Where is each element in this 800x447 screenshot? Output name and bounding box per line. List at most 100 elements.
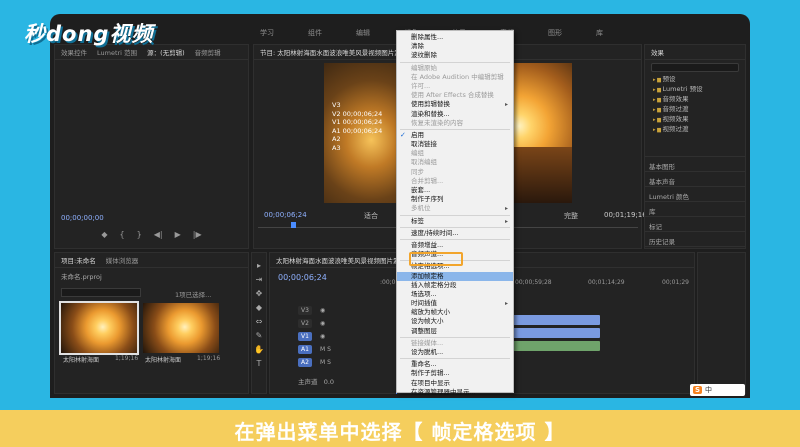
menu-item[interactable]: 音频声道... — [397, 250, 513, 259]
screen-frame: 学习组件编辑颜色效果音频图形库 效果控件 Lumetri 范围 源：(无剪辑) … — [0, 0, 800, 447]
menu-item: 恢复未渲染的内容 — [411, 118, 463, 127]
type-tool-icon[interactable]: T — [257, 359, 262, 368]
menu-item[interactable]: 重命名... — [397, 360, 513, 369]
section-libraries[interactable]: 库 — [645, 201, 745, 216]
menu-separator — [400, 336, 510, 338]
menu-item[interactable]: 在项目中显示 — [397, 379, 513, 388]
menu-item[interactable]: 在资源管理器中显示... — [397, 388, 513, 397]
razor-icon[interactable]: ◆ — [256, 303, 262, 312]
ruler-label: 00;00;59;28 — [515, 279, 552, 286]
menu-item[interactable]: 设为帧大小 — [397, 317, 513, 326]
selection-count: 1项已选择... — [175, 291, 212, 299]
menu-item[interactable]: 音频增益... — [397, 241, 513, 250]
thumbnail-duration: 1;19;16 — [115, 355, 139, 362]
menu-item[interactable]: 制作子序列 — [397, 195, 513, 204]
effects-item[interactable]: 音频过渡 — [653, 105, 745, 115]
menu-separator — [400, 214, 510, 216]
menu-item[interactable]: 标签 — [397, 217, 513, 226]
step-back-icon[interactable]: ◀| — [154, 230, 163, 244]
audio-meters — [697, 252, 746, 394]
eye-icon[interactable]: ◉ — [320, 320, 325, 327]
menu-item[interactable]: 场选项... — [397, 290, 513, 299]
playhead-icon[interactable] — [291, 222, 296, 228]
program-duration: 00;01;19;16 — [604, 211, 647, 219]
section-history[interactable]: 历史记录 — [645, 231, 745, 246]
selection-tool-icon[interactable]: ▸ — [257, 261, 261, 270]
tab-source[interactable]: 源：(无剪辑) — [147, 47, 185, 57]
pen-tool-icon[interactable]: ✎ — [256, 331, 263, 340]
workspace-tab[interactable]: 学习 — [260, 28, 274, 40]
tab-project[interactable]: 项目:未命名 — [61, 255, 96, 265]
eye-icon[interactable]: ◉ — [320, 333, 325, 340]
workspace-tab[interactable]: 编辑 — [356, 28, 370, 40]
menu-item: 在 Adobe Audition 中编辑剪辑 — [411, 72, 504, 81]
sequence-tab[interactable]: 太阳林射海面水面波浪唯美风景视频图片素材 — [276, 255, 406, 265]
section-essential-sound[interactable]: 基本声音 — [645, 171, 745, 186]
effects-item[interactable]: 视频效果 — [653, 115, 745, 125]
effects-header: 效果 — [645, 45, 745, 60]
menu-separator — [400, 61, 510, 63]
side-sections: 基本图形 基本声音 Lumetri 颜色 库 标记 历史记录 信息 — [645, 156, 745, 261]
tab-media-browser[interactable]: 媒体浏览器 — [106, 255, 139, 265]
fit-select[interactable]: 适合 — [364, 211, 378, 221]
effects-title[interactable]: 效果 — [651, 47, 664, 57]
mark-in-icon[interactable]: { — [120, 230, 125, 244]
menu-item[interactable]: 时间插值 — [397, 299, 513, 308]
program-timecode[interactable]: 00;00;06;24 — [264, 211, 307, 219]
menu-item[interactable]: 渲染和替换... — [397, 110, 513, 119]
timeline-timecode[interactable]: 00;00;06;24 — [278, 273, 327, 282]
workspace-tab[interactable]: 库 — [596, 28, 603, 40]
quality-select[interactable]: 完整 — [564, 211, 578, 221]
thumbnail-label: 太阳林射海面 — [63, 357, 100, 364]
project-search-input[interactable] — [61, 288, 141, 297]
menu-separator — [400, 226, 510, 228]
menu-item[interactable]: 制作子剪辑... — [397, 369, 513, 378]
project-thumbnail[interactable] — [143, 303, 219, 353]
menu-item: 合并剪辑... — [411, 176, 444, 185]
tab-lumetri-scopes[interactable]: Lumetri 范围 — [97, 47, 137, 57]
menu-item[interactable]: 删除属性... — [397, 33, 513, 42]
effects-search-input[interactable] — [651, 63, 739, 72]
menu-item[interactable]: 添加帧定格 — [397, 271, 513, 281]
mark-out-icon[interactable]: } — [137, 230, 142, 244]
effects-item[interactable]: 预设 — [653, 75, 745, 85]
ripple-edit-icon[interactable]: ✥ — [256, 289, 263, 298]
step-forward-icon[interactable]: |▶ — [193, 230, 202, 244]
menu-item[interactable]: 速度/持续时间... — [397, 229, 513, 238]
menu-item[interactable]: 调整图层 — [397, 327, 513, 336]
effects-item[interactable]: 视频过渡 — [653, 125, 745, 135]
tab-audio-mixer[interactable]: 音频剪辑 — [195, 47, 221, 57]
hand-tool-icon[interactable]: ✋ — [254, 345, 264, 354]
effects-item[interactable]: Lumetri 预设 — [653, 85, 745, 95]
menu-item: 编辑原始 — [411, 63, 437, 72]
workspace-tab[interactable]: 图形 — [548, 28, 562, 40]
menu-item[interactable]: 启用 — [397, 131, 513, 140]
section-essential-graphics[interactable]: 基本图形 — [645, 156, 745, 171]
eye-icon[interactable]: ◉ — [320, 307, 325, 314]
sogou-icon: S — [693, 386, 703, 394]
effects-item[interactable]: 音频效果 — [653, 95, 745, 105]
clip-context-menu: 删除属性... 清除 波纹删除 编辑原始在 Adobe Audition 中编辑剪辑许… — [396, 30, 514, 396]
menu-item[interactable]: 插入帧定格分段 — [397, 281, 513, 290]
mic-icon[interactable]: M S — [320, 359, 331, 366]
menu-item[interactable]: 嵌套... — [397, 186, 513, 195]
section-markers[interactable]: 标记 — [645, 216, 745, 231]
menu-item[interactable]: 清除 — [397, 42, 513, 51]
section-lumetri-color[interactable]: Lumetri 颜色 — [645, 186, 745, 201]
play-icon[interactable]: ▶ — [175, 230, 181, 244]
menu-item: 同步 — [411, 167, 424, 176]
menu-item[interactable]: 波纹删除 — [397, 51, 513, 60]
slip-tool-icon[interactable]: ⇔ — [256, 317, 263, 326]
project-thumbnail[interactable] — [59, 301, 139, 355]
program-title[interactable]: 节目: 太阳林射海面水面波浪唯美风景视频图片素材 — [260, 47, 407, 57]
menu-item[interactable]: 帧定格选项... — [397, 262, 513, 271]
tab-effect-controls[interactable]: 效果控件 — [61, 47, 87, 57]
menu-item[interactable]: 设为脱机... — [397, 348, 513, 357]
mic-icon[interactable]: M S — [320, 346, 331, 353]
menu-item[interactable]: 取消链接 — [397, 140, 513, 149]
add-marker-icon[interactable]: ◆ — [101, 230, 107, 244]
menu-item[interactable]: 使用剪辑替换 — [397, 100, 513, 109]
ime-indicator[interactable]: S 中 — [690, 384, 745, 396]
track-select-icon[interactable]: ⇥ — [256, 275, 263, 284]
workspace-tab[interactable]: 组件 — [308, 28, 322, 40]
